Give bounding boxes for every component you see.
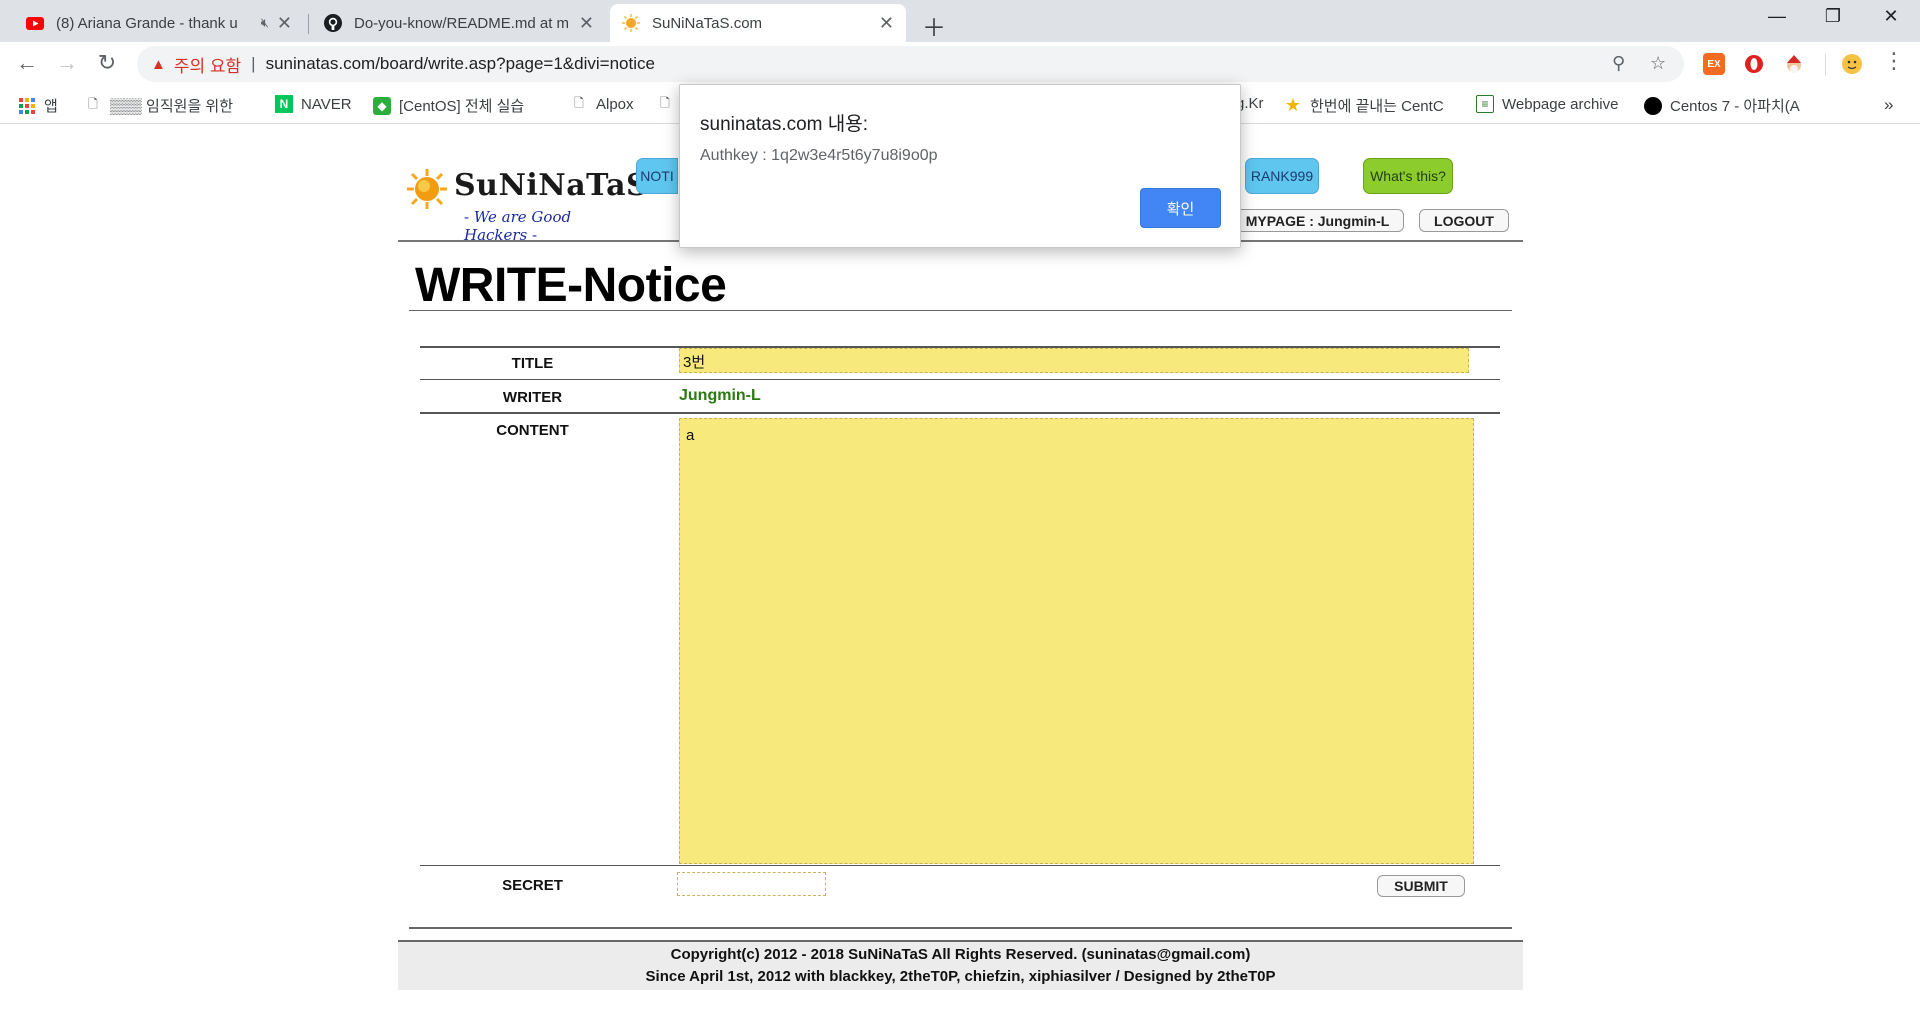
submit-button[interactable]: SUBMIT (1377, 875, 1465, 897)
extension-ex-icon[interactable]: EX (1703, 53, 1725, 75)
form-divider (420, 412, 1500, 414)
security-warning-label[interactable]: 주의 요함 (174, 52, 241, 77)
tab-title: Do-you-know/README.md at m (354, 14, 570, 32)
page-icon: 🗋︎ (660, 95, 670, 110)
writer-value: Jungmin-L (679, 387, 761, 404)
alert-dialog: suninatas.com 내용: Authkey : 1q2w3e4r5t6y… (679, 84, 1241, 248)
nav-notice-button[interactable]: NOTI (636, 158, 678, 194)
tab-github[interactable]: Do-you-know/README.md at m ✕ (312, 4, 606, 42)
close-window-icon[interactable]: ✕ (1868, 6, 1914, 27)
sun-favicon-icon (622, 14, 640, 32)
bookmark-item[interactable]: 🗋︎ Alpox (570, 95, 634, 113)
tab-suninatas[interactable]: SuNiNaTaS.com ✕ (610, 4, 906, 42)
writer-label: WRITER (502, 389, 563, 406)
nav-rank-button[interactable]: RANK999 (1245, 158, 1319, 194)
warning-triangle-icon[interactable]: ▲ (151, 56, 166, 73)
address-bar[interactable]: ▲ 주의 요함 | suninatas.com/board/write.asp?… (137, 46, 1684, 82)
forward-icon[interactable]: → (52, 50, 82, 76)
form-divider (420, 865, 1500, 866)
bookmark-item[interactable]: ◆ [CentOS] 전체 실습 (373, 95, 524, 116)
zoom-icon[interactable]: ⚲ (1612, 53, 1625, 74)
back-icon[interactable]: ← (12, 50, 42, 76)
page-icon: 🗋︎ (88, 97, 98, 111)
bookmark-label: 앱 (44, 98, 58, 115)
separator: | (251, 54, 256, 73)
apps-grid-icon (18, 97, 36, 115)
bookmark-apps[interactable]: 앱 (18, 95, 58, 116)
footer-credits: Since April 1st, 2012 with blackkey, 2th… (645, 968, 1276, 985)
close-tab-icon[interactable]: ✕ (879, 13, 894, 34)
logo-text: SuNiNaTaS (454, 168, 649, 203)
restore-icon[interactable]: ❐ (1810, 6, 1856, 27)
speaker-muted-icon[interactable]: 🔇︎ (261, 15, 269, 31)
page-icon: 🗋︎ (574, 95, 584, 110)
bookmark-label: Centos 7 - 아파치(A (1670, 98, 1800, 115)
dialog-ok-button[interactable]: 확인 (1140, 188, 1221, 228)
content-textarea[interactable]: a (679, 418, 1474, 864)
bookmark-label: Alpox (596, 95, 634, 113)
footer-copyright: Copyright(c) 2012 - 2018 SuNiNaTaS All R… (670, 946, 1251, 963)
tab-title: (8) Ariana Grande - thank u (56, 14, 238, 32)
mypage-button[interactable]: MYPAGE : Jungmin-L (1232, 209, 1404, 232)
bookmark-star-icon[interactable]: ☆ (1650, 53, 1666, 74)
github-icon (324, 14, 342, 32)
reload-icon[interactable]: ↻ (92, 50, 122, 76)
url-text[interactable]: suninatas.com/board/write.asp?page=1&div… (266, 54, 655, 74)
tab-divider (308, 14, 309, 34)
secret-input[interactable] (677, 872, 826, 896)
site-logo[interactable]: SuNiNaTaS - We are Good Hackers - (406, 162, 648, 244)
close-tab-icon[interactable]: ✕ (579, 13, 594, 34)
bookmark-item[interactable]: ≡ Webpage archive (1476, 95, 1618, 113)
footer: Copyright(c) 2012 - 2018 SuNiNaTaS All R… (398, 940, 1523, 990)
youtube-icon (26, 14, 44, 32)
extension-santa-icon[interactable] (1783, 53, 1805, 75)
green-app-icon: ◆ (373, 96, 391, 115)
bookmarks-overflow-icon[interactable]: » (1884, 95, 1893, 115)
tab-strip: (8) Ariana Grande - thank u 🔇︎ ✕ Do-you-… (0, 0, 1920, 42)
new-tab-icon[interactable]: ＋ (922, 8, 946, 43)
black-circle-icon (1644, 96, 1662, 115)
form-bottom-divider (409, 927, 1512, 929)
tab-title: SuNiNaTaS.com (652, 14, 763, 32)
dialog-message: Authkey : 1q2w3e4r5t6y7u8i9o0p (700, 147, 938, 164)
menu-kebab-icon[interactable]: ⋮ (1879, 48, 1909, 74)
close-tab-icon[interactable]: ✕ (277, 13, 292, 34)
logo-tagline: - We are Good Hackers - (464, 208, 572, 244)
bookmark-label: NAVER (301, 95, 352, 113)
bookmark-label: [CentOS] 전체 실습 (399, 98, 525, 115)
bookmark-naver[interactable]: N NAVER (275, 95, 352, 113)
profile-avatar-icon[interactable] (1841, 53, 1863, 75)
form-divider (420, 379, 1500, 380)
nav-whats-this-button[interactable]: What's this? (1363, 158, 1453, 194)
tab-youtube[interactable]: (8) Ariana Grande - thank u 🔇︎ ✕ (14, 4, 304, 42)
archive-icon: ≡ (1476, 95, 1494, 113)
title-divider (409, 310, 1512, 311)
opera-icon[interactable] (1743, 53, 1765, 75)
dialog-title: suninatas.com 내용: (700, 114, 869, 135)
bookmark-item[interactable]: ★ 한번에 끝내는 CentC (1284, 95, 1444, 116)
star-icon: ★ (1284, 95, 1302, 115)
minimize-icon[interactable]: — (1754, 6, 1800, 27)
secret-label: SECRET (502, 877, 563, 894)
page-title: WRITE-Notice (415, 259, 727, 312)
logout-button[interactable]: LOGOUT (1419, 209, 1509, 232)
bookmark-label: ▒▒▒ 임직원을 위한 (110, 98, 234, 115)
toolbar-divider (1825, 54, 1826, 76)
content-label: CONTENT (496, 422, 569, 439)
bookmark-item[interactable]: Centos 7 - 아파치(A (1644, 95, 1800, 116)
sun-logo-icon (407, 169, 447, 209)
naver-icon: N (275, 95, 293, 113)
title-label: TITLE (511, 355, 554, 372)
bookmark-label: Webpage archive (1502, 95, 1619, 113)
bookmark-item[interactable]: 🗋︎ ▒▒▒ 임직원을 위한 (84, 95, 233, 116)
toolbar: ← → ↻ ▲ 주의 요함 | suninatas.com/board/writ… (0, 42, 1920, 86)
title-input[interactable]: 3번 (679, 348, 1469, 373)
bookmark-label: 한번에 끝내는 CentC (1310, 98, 1444, 115)
